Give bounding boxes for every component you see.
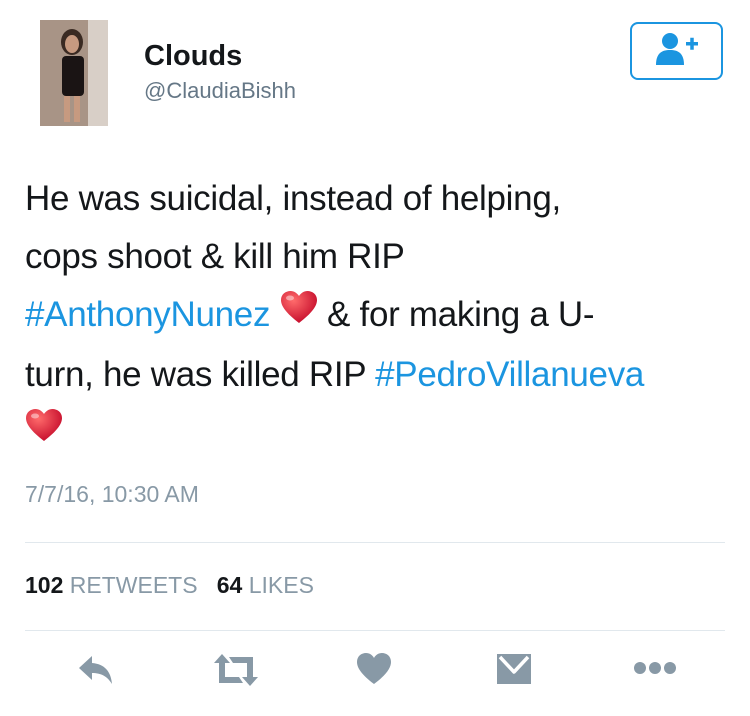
tweet-stats: 102 RETWEETS 64 LIKES [25,572,314,599]
follow-button[interactable] [630,22,723,80]
tweet-line [25,404,735,464]
more-icon[interactable] [633,652,677,689]
avatar[interactable] [40,20,108,126]
tweet-line-text: & for making a U- [327,295,595,334]
direct-message-icon[interactable] [495,652,533,691]
retweets-label[interactable]: RETWEETS [70,572,198,598]
retweet-icon[interactable] [213,652,259,693]
like-icon[interactable] [356,652,392,691]
hashtag-link[interactable]: #PedroVillanueva [375,355,644,394]
display-name[interactable]: Clouds [144,40,242,73]
likes-count[interactable]: 64 [217,572,243,598]
user-handle[interactable]: @ClaudiaBishh [144,78,296,104]
hashtag-link[interactable]: #AnthonyNunez [25,295,270,334]
tweet-line: turn, he was killed RIP #PedroVillanueva [25,346,735,404]
divider [25,542,725,543]
tweet-line: #AnthonyNunez & for making a U- [25,286,735,346]
tweet-line: cops shoot & kill him RIP [25,237,405,276]
add-user-icon [654,31,700,72]
likes-label[interactable]: LIKES [249,572,314,598]
heart-emoji-icon [280,284,318,342]
tweet-text: He was suicidal, instead of helping, cop… [25,170,735,464]
retweets-count[interactable]: 102 [25,572,63,598]
tweet-line: He was suicidal, instead of helping, [25,179,561,218]
tweet-line-text: turn, he was killed RIP [25,354,366,394]
reply-icon[interactable] [76,652,116,693]
divider [25,630,725,631]
heart-emoji-icon [25,402,63,460]
tweet-timestamp: 7/7/16, 10:30 AM [25,481,199,507]
